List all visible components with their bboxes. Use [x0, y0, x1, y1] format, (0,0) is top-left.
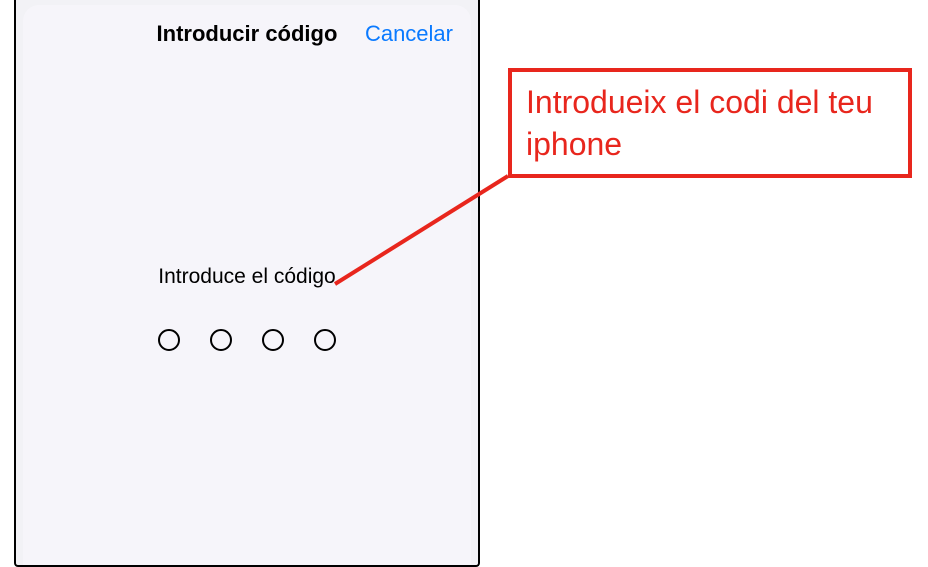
- passcode-dots[interactable]: [23, 329, 471, 351]
- annotation-callout: Introdueix el codi del teu iphone: [508, 68, 912, 178]
- passcode-dot: [262, 329, 284, 351]
- annotation-text: Introdueix el codi del teu iphone: [526, 82, 894, 165]
- cancel-button[interactable]: Cancelar: [365, 21, 453, 47]
- passcode-dot: [314, 329, 336, 351]
- passcode-modal: Introducir código Cancelar Introduce el …: [23, 5, 471, 565]
- passcode-dot: [158, 329, 180, 351]
- passcode-dot: [210, 329, 232, 351]
- passcode-prompt-area: Introduce el código: [23, 265, 471, 351]
- modal-header: Introducir código Cancelar: [23, 5, 471, 63]
- phone-frame: Introducir código Cancelar Introduce el …: [14, 0, 480, 567]
- passcode-prompt-text: Introduce el código: [23, 265, 471, 289]
- modal-title: Introducir código: [157, 21, 338, 47]
